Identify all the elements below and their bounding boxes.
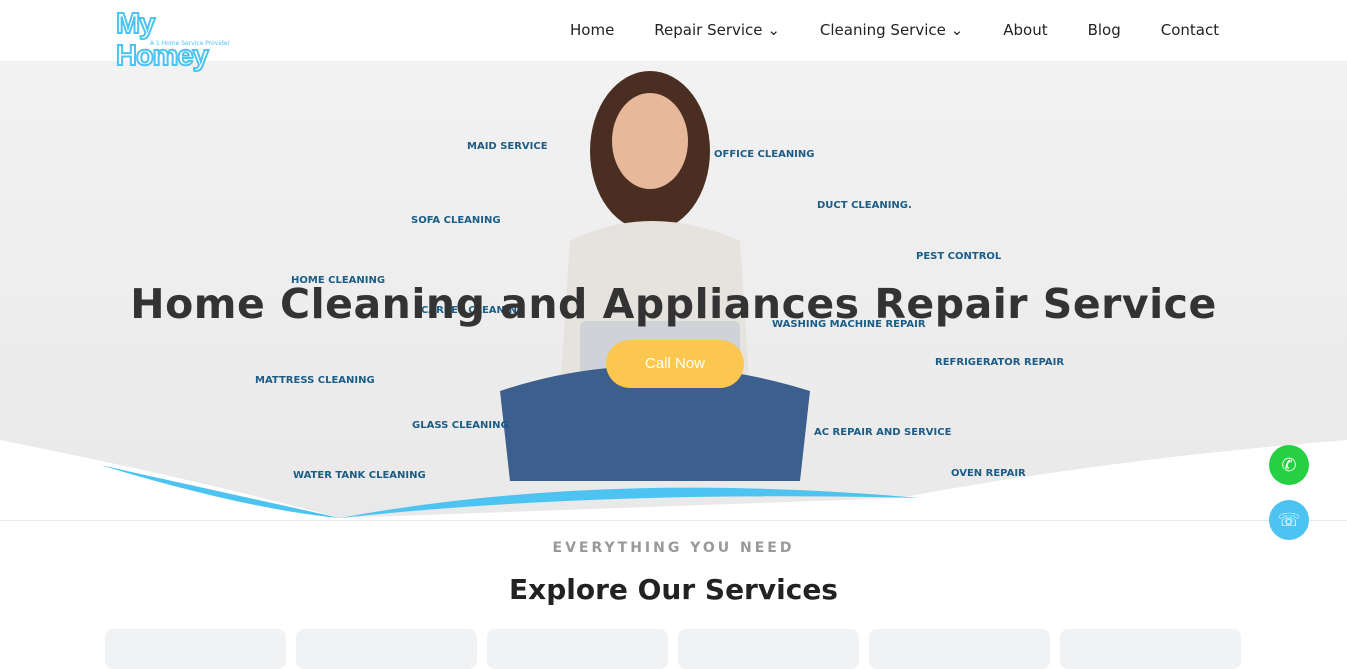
service-cards xyxy=(105,629,1241,669)
hero-title: Home Cleaning and Appliances Repair Serv… xyxy=(130,280,1217,328)
service-card[interactable] xyxy=(678,629,859,669)
whatsapp-icon: ✆ xyxy=(1281,454,1297,476)
call-now-button[interactable]: Call Now xyxy=(606,340,744,388)
phone-button[interactable]: ☏ xyxy=(1269,500,1309,540)
phone-icon: ☏ xyxy=(1277,509,1301,531)
nav-label: Cleaning Service xyxy=(819,21,946,39)
section-title: Explore Our Services xyxy=(509,573,838,606)
service-label: AC REPAIR AND SERVICE xyxy=(814,427,952,438)
nav-cleaning-service[interactable]: Cleaning Service ⌄ xyxy=(820,21,963,39)
nav-contact[interactable]: Contact xyxy=(1161,21,1219,39)
service-label: MAID SERVICE xyxy=(467,141,548,152)
service-card[interactable] xyxy=(296,629,477,669)
section-eyebrow: EVERYTHING YOU NEED xyxy=(552,540,795,556)
service-label: REFRIGERATOR REPAIR xyxy=(935,357,1065,368)
navbar: My Homey A 1 Home Service Provider Home R… xyxy=(0,0,1347,73)
chevron-down-icon: ⌄ xyxy=(767,21,780,39)
service-label: OFFICE CLEANING xyxy=(714,149,815,160)
nav-blog[interactable]: Blog xyxy=(1088,21,1121,39)
service-card[interactable] xyxy=(869,629,1050,669)
service-card[interactable] xyxy=(487,629,668,669)
hero-person-image xyxy=(500,71,810,481)
chevron-down-icon: ⌄ xyxy=(950,21,964,39)
logo[interactable]: My Homey A 1 Home Service Provider xyxy=(115,7,252,73)
service-label: MATTRESS CLEANING xyxy=(255,375,375,386)
service-label: DUCT CLEANING. xyxy=(817,200,912,211)
main-menu: Home Repair Service ⌄ Cleaning Service ⌄… xyxy=(570,21,1219,39)
nav-about[interactable]: About xyxy=(1003,21,1047,39)
service-label: GLASS CLEANING xyxy=(412,420,509,431)
nav-repair-service[interactable]: Repair Service ⌄ xyxy=(654,21,780,39)
service-label: SOFA CLEANING xyxy=(411,215,501,226)
service-card[interactable] xyxy=(105,629,286,669)
service-card[interactable] xyxy=(1060,629,1241,669)
nav-label: Repair Service xyxy=(654,21,763,39)
service-label: PEST CONTROL xyxy=(916,251,1002,262)
whatsapp-button[interactable]: ✆ xyxy=(1269,445,1309,485)
hero-wave xyxy=(0,440,1347,520)
nav-home[interactable]: Home xyxy=(570,21,614,39)
